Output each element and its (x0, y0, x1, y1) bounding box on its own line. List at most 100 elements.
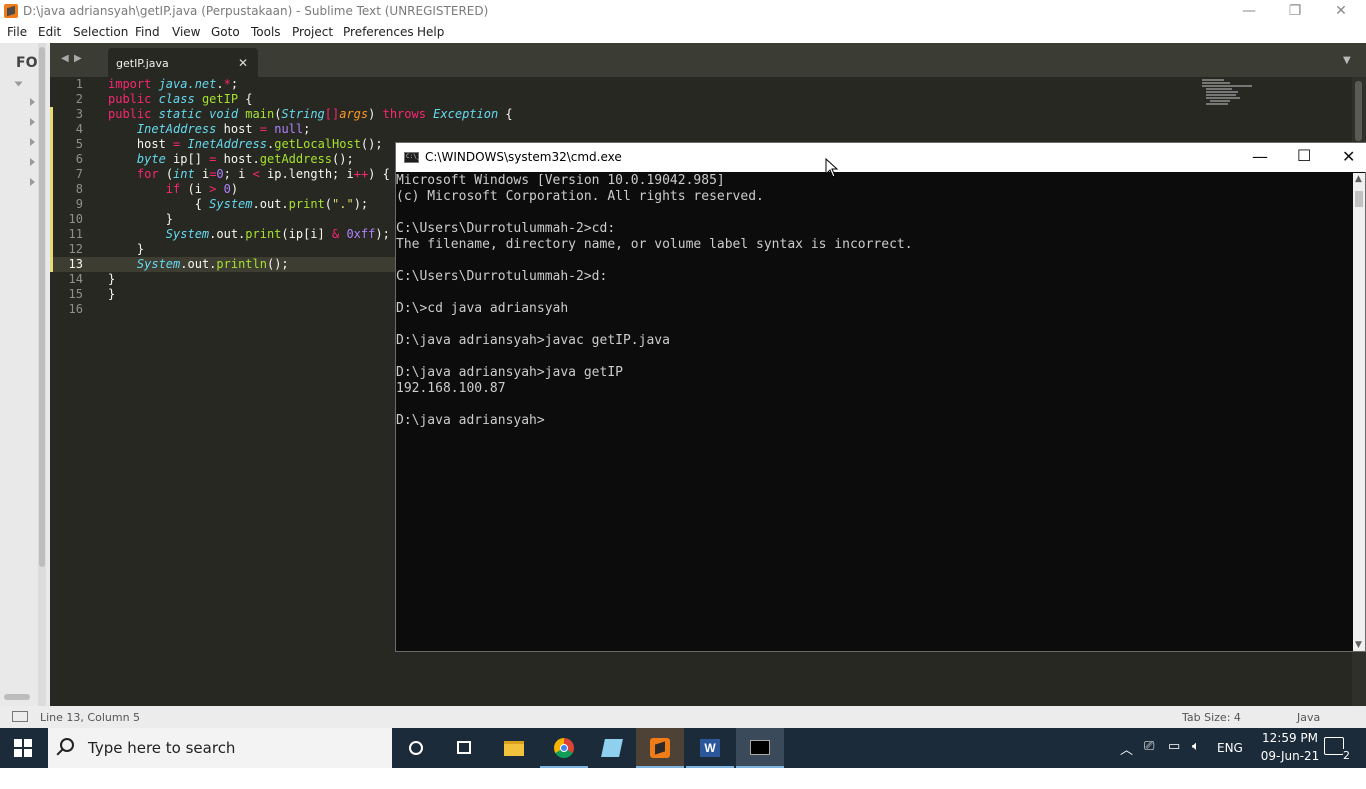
network-icon[interactable]: ▭ (1168, 739, 1180, 779)
notification-center-icon[interactable]: 2 (1324, 737, 1350, 762)
cmd-window[interactable]: C:\WINDOWS\system32\cmd.exe — ☐ ✕ Micros… (395, 142, 1366, 652)
cmd-output-line (396, 205, 1354, 221)
collapsed-arrow-icon[interactable] (30, 138, 35, 146)
code-line: InetAddress host = null; (108, 122, 310, 137)
cmd-icon (404, 152, 420, 163)
menu-bar: File Edit Selection Find View Goto Tools… (0, 23, 1366, 43)
editor-scroll-thumb[interactable] (1355, 81, 1362, 141)
restore-button[interactable]: ❐ (1272, 0, 1318, 23)
code-token: (i (180, 182, 210, 196)
minimap[interactable] (1200, 77, 1260, 107)
code-line: System.out.print(ip[i] & 0xff); (108, 227, 390, 242)
menu-help[interactable]: Help (417, 25, 444, 39)
code-token: String (281, 107, 325, 121)
minimize-button[interactable]: — (1226, 0, 1272, 23)
sublime-text-taskbar-icon[interactable] (636, 728, 684, 768)
sidebar-hscroll-thumb[interactable] (4, 694, 30, 700)
code-token: host. (216, 152, 260, 166)
code-token: InetAddress (136, 122, 217, 136)
cmd-maximize-button[interactable]: ☐ (1297, 146, 1311, 165)
code-token: .out. (209, 227, 246, 241)
code-token: (); (266, 257, 289, 271)
code-token: print (288, 197, 325, 211)
notepad-icon[interactable] (588, 728, 636, 768)
cortana-icon[interactable] (392, 728, 440, 768)
menu-tools[interactable]: Tools (251, 25, 281, 39)
collapsed-arrow-icon[interactable] (30, 118, 35, 126)
code-token: if (165, 182, 181, 196)
menu-selection[interactable]: Selection (73, 25, 128, 39)
syntax-indicator[interactable]: Java (1297, 711, 1320, 724)
language-indicator[interactable]: ENG (1217, 741, 1243, 781)
menu-edit[interactable]: Edit (38, 25, 61, 39)
cmd-title-bar[interactable]: C:\WINDOWS\system32\cmd.exe — ☐ ✕ (396, 143, 1366, 172)
code-token: "." (332, 197, 354, 211)
scroll-up-icon[interactable]: ▲ (1355, 174, 1362, 184)
sidebar-scroll-thumb[interactable] (39, 47, 45, 567)
tab-nav-left-icon[interactable]: ◀ (61, 53, 69, 64)
menu-project[interactable]: Project (292, 25, 333, 39)
chrome-icon[interactable] (540, 728, 588, 768)
tab-list-dropdown-icon[interactable]: ▼ (1343, 55, 1351, 66)
code-token: 0 (223, 182, 231, 196)
code-token: java.net (158, 77, 217, 91)
code-token: ) (368, 107, 383, 121)
tab-getip-java[interactable]: getIP.java ✕ (108, 48, 258, 77)
menu-find[interactable]: Find (135, 25, 160, 39)
code-token: int (173, 167, 195, 181)
volume-icon[interactable]: 🔈︎ (1192, 739, 1200, 779)
cmd-minimize-button[interactable]: — (1252, 147, 1268, 166)
code-token: main (245, 107, 275, 121)
menu-preferences[interactable]: Preferences (343, 25, 414, 39)
cmd-output[interactable]: Microsoft Windows [Version 10.0.19042.98… (396, 173, 1354, 651)
collapsed-arrow-icon[interactable] (30, 158, 35, 166)
menu-file[interactable]: File (7, 25, 27, 39)
task-view-icon[interactable] (440, 728, 488, 768)
clock-date[interactable]: 09-Jun-21 (1257, 749, 1323, 789)
taskbar-search-box[interactable]: Type here to search (48, 728, 392, 768)
code-token: .out. (252, 197, 289, 211)
windows-start-icon[interactable] (14, 739, 32, 757)
code-token: ) (230, 182, 239, 196)
collapsed-arrow-icon[interactable] (30, 98, 35, 106)
code-token: (ip[i] (281, 227, 332, 241)
tab-label: getIP.java (116, 57, 169, 70)
collapsed-arrow-icon[interactable] (30, 178, 35, 186)
word-icon[interactable]: W (686, 728, 734, 768)
code-token: print (245, 227, 282, 241)
close-button[interactable]: ✕ (1318, 0, 1364, 23)
line-number: 12 (68, 242, 83, 256)
tab-close-icon[interactable]: ✕ (238, 56, 248, 70)
code-token: args (339, 107, 369, 121)
line-number: 10 (68, 212, 83, 226)
tab-size-indicator[interactable]: Tab Size: 4 (1182, 711, 1241, 724)
scroll-down-icon[interactable]: ▼ (1355, 640, 1362, 650)
tab-bar: ◀ ▶ getIP.java ✕ ▼ (50, 43, 1366, 77)
cmd-scrollbar[interactable]: ▲ ▼ (1353, 173, 1365, 651)
cmd-output-line: D:\>cd java adriansyah (396, 301, 569, 316)
code-token: getLocalHost (274, 137, 361, 151)
line-number-gutter: 1 2 3 4 5 6 7 8 9 10 11 12 13 14 15 16 (50, 77, 100, 706)
meet-now-icon[interactable]: ⎚ (1144, 739, 1154, 779)
console-toggle-icon[interactable] (12, 711, 28, 722)
show-hidden-icons-icon[interactable]: ︿ (1120, 739, 1133, 779)
code-token: } (108, 212, 174, 226)
code-line: if (i > 0) (108, 182, 238, 197)
cursor-position: Line 13, Column 5 (40, 711, 141, 724)
tab-nav-right-icon[interactable]: ▶ (74, 53, 82, 64)
code-token: ) { (368, 167, 390, 181)
menu-goto[interactable]: Goto (211, 25, 240, 39)
code-token: public (108, 92, 159, 106)
file-explorer-icon[interactable] (490, 728, 538, 768)
expand-arrow-icon[interactable] (14, 81, 23, 87)
code-token: System (165, 227, 210, 241)
app-title-bar[interactable]: D:\java adriansyah\getIP.java (Perpustak… (0, 0, 1366, 23)
cmd-close-button[interactable]: ✕ (1342, 147, 1355, 166)
cmd-taskbar-icon[interactable] (736, 728, 784, 768)
cmd-scroll-thumb[interactable] (1355, 191, 1363, 207)
menu-view[interactable]: View (172, 25, 200, 39)
line-number: 8 (75, 182, 83, 196)
line-number: 4 (75, 122, 83, 136)
